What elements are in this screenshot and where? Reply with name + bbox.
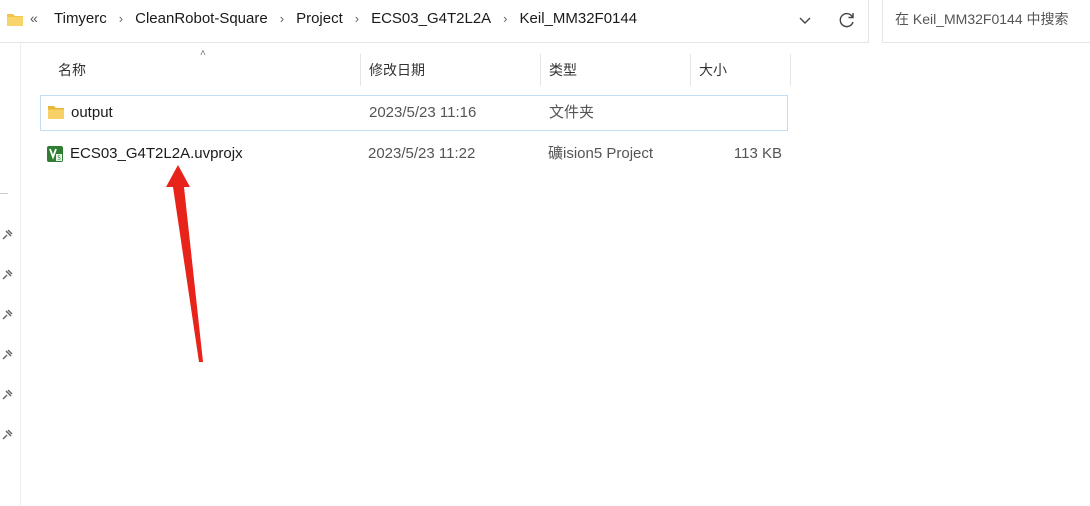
- file-modified: 2023/5/23 11:16: [369, 104, 477, 121]
- svg-text:5: 5: [57, 155, 61, 162]
- breadcrumb-item-timyerc[interactable]: Timyerc: [50, 10, 111, 27]
- folder-icon: [47, 104, 65, 124]
- chevron-right-icon[interactable]: ›: [347, 11, 367, 26]
- breadcrumb: Timyerc › CleanRobot-Square › Project › …: [50, 10, 641, 27]
- search-input[interactable]: [893, 10, 1090, 28]
- address-bar[interactable]: « Timyerc › CleanRobot-Square › Project …: [0, 0, 869, 43]
- column-header: ˄ 名称 修改日期 类型 大小: [40, 48, 791, 86]
- navigation-pane[interactable]: [0, 43, 21, 506]
- history-dropdown-icon[interactable]: [793, 8, 817, 32]
- arrow-shape: [166, 165, 203, 362]
- pin-icon[interactable]: [0, 308, 14, 322]
- divider: [0, 193, 8, 194]
- pin-icon[interactable]: [0, 268, 14, 282]
- column-size[interactable]: 大小: [690, 54, 727, 86]
- breadcrumb-item-ecs03[interactable]: ECS03_G4T2L2A: [367, 10, 495, 27]
- file-name: output: [71, 104, 113, 121]
- chevron-right-icon[interactable]: ›: [272, 11, 292, 26]
- file-row-uvprojx[interactable]: 5 ECS03_G4T2L2A.uvprojx 2023/5/23 11:22 …: [40, 137, 786, 171]
- file-type: 文件夹: [549, 104, 595, 121]
- chevron-right-icon[interactable]: ›: [495, 11, 515, 26]
- recent-locations-icon[interactable]: «: [30, 10, 38, 26]
- pin-icon[interactable]: [0, 228, 14, 242]
- file-name: ECS03_G4T2L2A.uvprojx: [70, 145, 243, 162]
- column-modified[interactable]: 修改日期: [360, 54, 425, 86]
- sort-ascending-icon: ˄: [200, 48, 206, 59]
- breadcrumb-item-keil[interactable]: Keil_MM32F0144: [516, 10, 642, 27]
- column-type[interactable]: 类型: [540, 54, 577, 86]
- pin-icon[interactable]: [0, 428, 14, 442]
- breadcrumb-item-cleanrobot-square[interactable]: CleanRobot-Square: [131, 10, 272, 27]
- file-type: 礦ision5 Project: [548, 145, 654, 162]
- pin-icon[interactable]: [0, 348, 14, 362]
- refresh-icon[interactable]: [835, 8, 859, 32]
- file-size: 113 KB: [733, 145, 782, 162]
- chevron-right-icon[interactable]: ›: [111, 11, 131, 26]
- folder-icon: [6, 12, 24, 32]
- search-box[interactable]: [882, 0, 1090, 43]
- pin-icon[interactable]: [0, 388, 14, 402]
- column-name[interactable]: 名称: [58, 54, 86, 86]
- divider[interactable]: [790, 54, 791, 86]
- file-row-output[interactable]: output 2023/5/23 11:16 文件夹: [40, 95, 788, 131]
- file-modified: 2023/5/23 11:22: [368, 145, 476, 162]
- breadcrumb-item-project[interactable]: Project: [292, 10, 347, 27]
- uvision-project-icon: 5: [46, 145, 64, 167]
